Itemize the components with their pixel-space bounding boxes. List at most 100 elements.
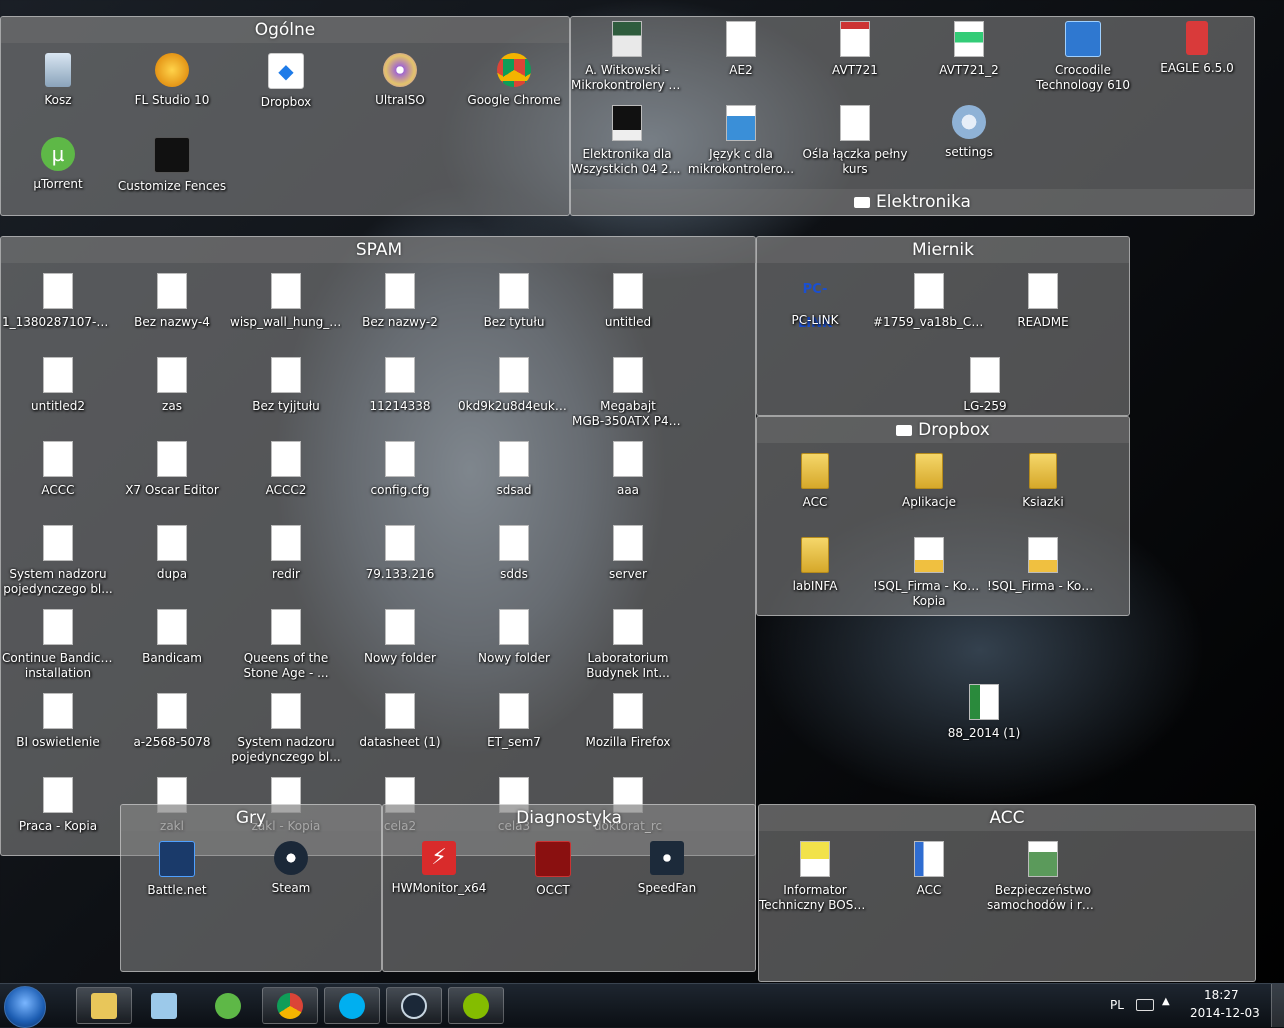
desktop-item[interactable]: sdsad (458, 441, 570, 521)
desktop-item[interactable]: System nadzoru pojedynczego bl... (230, 693, 342, 773)
desktop-item[interactable]: OCCT (497, 841, 609, 921)
desktop-item[interactable]: Bez nazwy-4 (116, 273, 228, 353)
desktop-item[interactable]: untitled (572, 273, 684, 353)
ultraiso-shortcut[interactable]: UltraISO (344, 53, 456, 133)
desktop-item[interactable]: Crocodile Technology 610 (1027, 21, 1139, 101)
fence-elektronika[interactable]: Elektronika A. Witkowski - Mikrokontrole… (570, 16, 1255, 216)
fence-title[interactable]: Dropbox (757, 417, 1129, 443)
fence-title[interactable]: Elektronika (571, 189, 1254, 215)
desktop-item[interactable]: AVT721_2 (913, 21, 1025, 101)
desktop-item[interactable]: wisp_wall_hung_t... (230, 273, 342, 353)
desktop-item[interactable]: Elektronika dla Wszystkich 04 2014 (571, 105, 683, 185)
desktop-item[interactable]: Mozilla Firefox (572, 693, 684, 773)
desktop-item[interactable]: Nowy folder (344, 609, 456, 689)
chrome-shortcut[interactable]: Google Chrome (458, 53, 570, 133)
fence-dropbox[interactable]: Dropbox ACC Aplikacje Ksiazki labINFA !S… (756, 416, 1130, 616)
fence-acc[interactable]: ACC Informator Techniczny BOSC... ACC Be… (758, 804, 1256, 982)
fence-miernik[interactable]: Miernik PC-LINK PC-LINK #1759_va18b_CD..… (756, 236, 1130, 416)
fence-spam[interactable]: SPAM 1_1380287107-521 Bez nazwy-4 wisp_wal… (0, 236, 757, 857)
language-indicator[interactable]: PL (1110, 998, 1124, 1012)
desktop-item[interactable]: Continue Bandicam installation (2, 609, 114, 689)
desktop-item[interactable]: Bandicam (116, 609, 228, 689)
desktop-item[interactable]: dupa (116, 525, 228, 605)
desktop-item[interactable]: EAGLE 6.5.0 (1141, 21, 1253, 101)
customize-fences-shortcut[interactable]: Customize Fences (116, 137, 228, 217)
desktop-item[interactable]: datasheet (1) (344, 693, 456, 773)
desktop-item[interactable]: 79.133.216 (344, 525, 456, 605)
desktop-item[interactable]: Bez tytułu (458, 273, 570, 353)
desktop-item[interactable]: Informator Techniczny BOSC... (759, 841, 871, 921)
desktop-item[interactable]: Laboratorium Budynek Int... (572, 609, 684, 689)
desktop-item[interactable]: Praca - Kopia (2, 777, 114, 857)
desktop-item[interactable]: Nowy folder (458, 609, 570, 689)
fence-title[interactable]: ACC (759, 805, 1255, 831)
desktop-item[interactable]: Megabajt MGB-350ATX P4_... (572, 357, 684, 437)
taskbar-skype[interactable] (324, 987, 380, 1024)
clock-date[interactable]: 2014-12-03 (1190, 1006, 1260, 1020)
desktop-item[interactable]: config.cfg (344, 441, 456, 521)
desktop-item[interactable]: !SQL_Firma - Kopia Kopia (873, 537, 985, 617)
show-desktop-button[interactable] (1271, 984, 1284, 1027)
desktop-item[interactable]: redir (230, 525, 342, 605)
desktop-item[interactable]: settings (913, 105, 1025, 185)
taskbar-explorer[interactable] (76, 987, 132, 1024)
desktop-item[interactable]: ET_sem7 (458, 693, 570, 773)
utorrent-shortcut[interactable]: µ µTorrent (2, 137, 114, 217)
excel-file-shortcut[interactable]: 88_2014 (1) (928, 684, 1040, 764)
desktop-item[interactable]: 0kd9k2u8d4eukh8... (458, 357, 570, 437)
taskbar-spotify[interactable] (448, 987, 504, 1024)
fence-gry[interactable]: Gry Battle.net Steam (120, 804, 382, 972)
folder-item[interactable]: ACC (759, 453, 871, 533)
desktop-item[interactable]: System nadzoru pojedynczego bl... (2, 525, 114, 605)
start-button[interactable] (4, 986, 46, 1028)
desktop-item[interactable]: ACC (873, 841, 985, 921)
desktop-item[interactable]: PC-LINK PC-LINK (759, 273, 871, 353)
desktop-item[interactable]: Bezpieczeństwo samochodów i ru... (987, 841, 1099, 921)
desktop-item[interactable]: README (987, 273, 1099, 353)
desktop-item[interactable]: untitled2 (2, 357, 114, 437)
taskbar-steam[interactable] (386, 987, 442, 1024)
desktop-item[interactable]: ACCC (2, 441, 114, 521)
fence-title[interactable]: Diagnostyka (383, 805, 755, 831)
desktop-item[interactable]: 1_1380287107-521 (2, 273, 114, 353)
folder-item[interactable]: Ksiazki (987, 453, 1099, 533)
fence-title[interactable]: Gry (121, 805, 381, 831)
desktop-item[interactable]: Battle.net (121, 841, 233, 921)
clock-time[interactable]: 18:27 (1204, 988, 1239, 1002)
desktop-item[interactable]: 11214338 (344, 357, 456, 437)
desktop-item[interactable]: BI oswietlenie (2, 693, 114, 773)
desktop-item[interactable]: Bez tyjjtułu (230, 357, 342, 437)
dropbox-shortcut[interactable]: ◆ Dropbox (230, 53, 342, 133)
taskbar-chrome[interactable] (262, 987, 318, 1024)
desktop-item[interactable]: Ośla łączka pełny kurs (799, 105, 911, 185)
desktop-item[interactable]: !SQL_Firma - Kopia (987, 537, 1099, 617)
desktop-item[interactable]: AVT721 (799, 21, 911, 101)
fence-title[interactable]: Ogólne (1, 17, 569, 43)
desktop-item[interactable]: X7 Oscar Editor (116, 441, 228, 521)
taskbar-notepad[interactable] (136, 987, 192, 1024)
folder-item[interactable]: labINFA (759, 537, 871, 617)
desktop-item[interactable]: ACCC2 (230, 441, 342, 521)
fl-studio-shortcut[interactable]: FL Studio 10 (116, 53, 228, 133)
desktop-item[interactable]: A. Witkowski - Mikrokontrolery A... (571, 21, 683, 101)
taskbar-utorrent[interactable] (200, 987, 256, 1024)
desktop-item[interactable]: Queens of the Stone Age - ... (230, 609, 342, 689)
folder-item[interactable]: Aplikacje (873, 453, 985, 533)
desktop-item[interactable]: zas (116, 357, 228, 437)
fence-title[interactable]: Miernik (757, 237, 1129, 263)
fence-diagnostyka[interactable]: Diagnostyka ⚡ HWMonitor_x64 OCCT SpeedFa… (382, 804, 756, 972)
desktop-item[interactable]: aaa (572, 441, 684, 521)
desktop-item[interactable]: ⚡ HWMonitor_x64 (383, 841, 495, 921)
desktop-item[interactable]: sdds (458, 525, 570, 605)
desktop-item[interactable]: Bez nazwy-2 (344, 273, 456, 353)
recycle-bin-shortcut[interactable]: Kosz (2, 53, 114, 133)
desktop-item[interactable]: server (572, 525, 684, 605)
desktop-item[interactable]: AE2 (685, 21, 797, 101)
desktop-item[interactable]: Steam (235, 841, 347, 921)
desktop-item[interactable]: #1759_va18b_CD... (873, 273, 985, 353)
fence-title[interactable]: SPAM (1, 237, 757, 263)
desktop-item[interactable]: Język c dla mikrokontrolero... (685, 105, 797, 185)
desktop-item[interactable]: a-2568-5078 (116, 693, 228, 773)
tray-arrow-icon[interactable]: ▲ (1162, 996, 1170, 1007)
keyboard-icon[interactable] (1136, 999, 1154, 1011)
